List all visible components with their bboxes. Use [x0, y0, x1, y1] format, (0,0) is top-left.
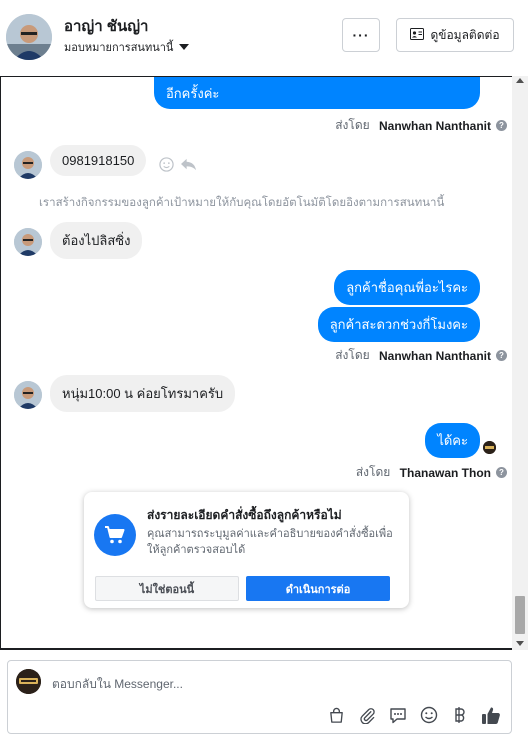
incoming-message[interactable]: 0981918150 [50, 145, 147, 176]
scroll-thumb[interactable] [515, 596, 525, 634]
system-note: เราสร้างกิจกรรมของลูกค้าเป้าหมายให้กับคุ… [39, 197, 445, 209]
page-avatar [16, 669, 41, 694]
conversation-header: อาญ่า ชันญ่า มอบหมายการสนทนานี้ ··· ดูข้… [0, 0, 528, 76]
incoming-message[interactable]: หนุ่ม10:00 น ค่อยโทรมาครับ [50, 375, 236, 412]
chevron-down-icon [179, 44, 190, 50]
incoming-message[interactable]: ต้องไปลิสซิ่ง [50, 222, 143, 259]
baht-icon[interactable] [450, 705, 470, 725]
seen-avatar [483, 441, 496, 454]
help-icon: ? [496, 467, 507, 478]
contact-avatar-small [14, 228, 42, 256]
message-text: หนุ่ม10:00 น ค่อยโทรมาครับ [62, 386, 224, 401]
help-icon: ? [496, 120, 507, 131]
message-text: ได้คะ [437, 433, 468, 448]
smile-icon[interactable] [159, 157, 174, 177]
sent-by-label: ส่งโดย Nanwhan Nanthanit? [335, 116, 507, 135]
composer-toolbar [326, 705, 501, 725]
assign-label: มอบหมายการสนทนานี้ [64, 42, 174, 54]
more-options-button[interactable]: ··· [342, 18, 380, 52]
contact-card-icon [410, 27, 425, 43]
cart-icon [94, 514, 136, 556]
message-text: ลูกค้าชื่อคุณพี่อะไรคะ [346, 280, 468, 295]
message-input[interactable] [52, 675, 492, 693]
reply-composer [7, 660, 512, 734]
help-icon: ? [496, 350, 507, 361]
chat-icon[interactable] [388, 705, 408, 725]
contact-avatar[interactable] [6, 14, 52, 60]
sender-name: Nanwhan Nanthanit [378, 118, 491, 133]
attach-icon[interactable] [357, 705, 377, 725]
message-text: ลูกค้าสะดวกช่วงกี่โมงคะ [329, 317, 468, 332]
message-text: 0981918150 [62, 153, 135, 168]
sender-name: Nanwhan Nanthanit [378, 348, 491, 363]
contact-avatar-small [14, 151, 42, 179]
scrollbar[interactable] [512, 76, 528, 650]
contact-name: อาญ่า ชันญ่า [64, 18, 149, 35]
outgoing-message[interactable]: ลูกค้าชื่อคุณพี่อะไรคะ [334, 270, 480, 305]
outgoing-message[interactable]: ลูกค้าสะดวกช่วงกี่โมงคะ [317, 307, 480, 342]
view-contact-label: ดูข้อมูลติดต่อ [430, 27, 500, 42]
assign-conversation-dropdown[interactable]: มอบหมายการสนทนานี้ [64, 38, 190, 56]
view-contact-button[interactable]: ดูข้อมูลติดต่อ [396, 18, 514, 52]
emoji-icon[interactable] [419, 705, 439, 725]
reply-icon[interactable] [180, 157, 197, 177]
send-order-prompt: ส่งรายละเอียดคำสั่งซื้อถึงลูกค้าหรือไม่ … [84, 492, 409, 608]
scroll-up-arrow[interactable] [516, 78, 524, 83]
sent-by-label: ส่งโดย Nanwhan Nanthanit? [335, 346, 507, 365]
outgoing-message[interactable]: ได้คะ [425, 423, 480, 458]
message-text: ต้องไปลิสซิ่ง [62, 233, 131, 248]
continue-button[interactable]: ดำเนินการต่อ [246, 576, 390, 601]
prompt-description: คุณสามารถระบุมูลค่าและคำอธิบายของคำสั่งซ… [147, 528, 393, 556]
message-text: อีกครั้งค่ะ [166, 86, 220, 101]
bag-icon[interactable] [326, 705, 346, 725]
scroll-down-arrow[interactable] [516, 641, 524, 646]
outgoing-message[interactable]: อีกครั้งค่ะ [154, 77, 480, 109]
contact-avatar-small [14, 381, 42, 409]
not-now-button[interactable]: ไม่ใช่ตอนนี้ [95, 576, 239, 601]
more-icon: ··· [352, 27, 370, 43]
sender-name: Thanawan Thon [399, 465, 491, 480]
like-icon[interactable] [481, 705, 501, 725]
sent-by-label: ส่งโดย Thanawan Thon? [356, 463, 507, 482]
prompt-title: ส่งรายละเอียดคำสั่งซื้อถึงลูกค้าหรือไม่ [147, 508, 342, 522]
